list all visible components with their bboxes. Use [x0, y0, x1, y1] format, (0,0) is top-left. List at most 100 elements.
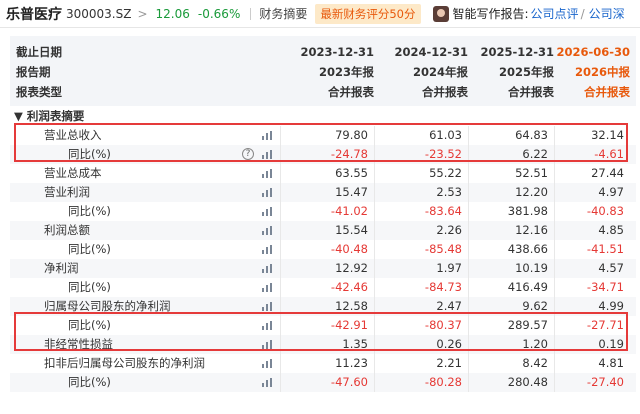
table-cell: -85.48 — [424, 242, 462, 256]
column-2025: 2025-12-31 2025年报 合并报表 — [468, 42, 554, 102]
column-2026-interim: 2026-06-30 2026中报 合并报表 — [554, 42, 630, 102]
divider — [250, 7, 252, 20]
table-cell: -41.51 — [586, 242, 624, 256]
bar-chart-icon[interactable] — [262, 264, 272, 273]
table-cell: 2.47 — [436, 299, 462, 313]
column-2023: 2023-12-31 2023年报 合并报表 — [280, 42, 374, 102]
table-cell: -27.71 — [586, 318, 624, 332]
table-cell: 12.16 — [515, 223, 548, 237]
row-label: 营业总收入 — [44, 128, 102, 142]
table-cell: 0.26 — [436, 337, 462, 351]
table-cell: 4.85 — [598, 223, 624, 237]
table-cell: 64.83 — [515, 128, 548, 142]
table-row: 同比(%) -42.46 -84.73 416.49 -34.71 — [10, 278, 636, 297]
table-cell: 4.57 — [598, 261, 624, 275]
financial-score-badge[interactable]: 最新财务评分50分 — [315, 3, 421, 24]
ai-report-label: 智能写作报告: — [452, 7, 529, 21]
row-label: 同比(%) — [68, 375, 111, 389]
row-label: 利润总额 — [44, 223, 90, 237]
table-row: 营业利润 15.47 2.53 12.20 4.97 — [10, 183, 636, 202]
column-2024: 2024-12-31 2024年报 合并报表 — [374, 42, 468, 102]
bar-chart-icon[interactable] — [262, 131, 272, 140]
table-row: 利润总额 15.54 2.26 12.16 4.85 — [10, 221, 636, 240]
table-cell: -40.48 — [330, 242, 368, 256]
row-label: 同比(%) — [68, 204, 111, 218]
table-cell: 1.35 — [342, 337, 368, 351]
stock-code: 300003.SZ — [66, 6, 132, 21]
tab-financial-summary[interactable]: 财务摘要 — [259, 5, 307, 22]
chevron-right-icon[interactable]: > — [137, 7, 147, 21]
table-row: 营业总收入 79.80 61.03 64.83 32.14 — [10, 126, 636, 145]
column-period: 2025年报 — [498, 65, 554, 79]
link-separator: / — [580, 6, 585, 21]
section-title-income-statement[interactable]: ▼ 利润表摘要 — [10, 109, 84, 123]
avatar — [432, 5, 449, 22]
column-period: 2026中报 — [574, 65, 630, 79]
bar-chart-icon[interactable] — [262, 340, 272, 349]
company-deep-link[interactable]: 公司深 — [589, 5, 625, 22]
column-date: 2025-12-31 — [480, 45, 554, 59]
table-cell: 2.53 — [436, 185, 462, 199]
table-cell: 416.49 — [507, 280, 548, 294]
company-review-link[interactable]: 公司点评 — [531, 5, 579, 22]
table-row: 非经常性损益 1.35 0.26 1.20 0.19 — [10, 335, 636, 354]
table-cell: 11.23 — [335, 356, 368, 370]
table-row: 同比(%) -40.48 -85.48 438.66 -41.51 — [10, 240, 636, 259]
row-label: 同比(%) — [68, 147, 111, 161]
stock-name[interactable]: 乐普医疗 — [6, 4, 62, 24]
table-cell: -40.83 — [586, 204, 624, 218]
bar-chart-icon[interactable] — [262, 169, 272, 178]
table-cell: 1.97 — [436, 261, 462, 275]
table-cell: 32.14 — [591, 128, 624, 142]
table-cell: 15.47 — [335, 185, 368, 199]
bar-chart-icon[interactable] — [262, 321, 272, 330]
table-cell: 12.58 — [335, 299, 368, 313]
row-label: 扣非后归属母公司股东的净利润 — [44, 356, 205, 370]
table-cell: 79.80 — [335, 128, 368, 142]
table-cell: -84.73 — [424, 280, 462, 294]
table-cell: 381.98 — [507, 204, 548, 218]
column-date: 2023-12-31 — [300, 45, 374, 59]
bar-chart-icon[interactable] — [262, 245, 272, 254]
table-cell: -23.52 — [424, 147, 462, 161]
bar-chart-icon[interactable] — [262, 226, 272, 235]
table-row: 营业总成本 63.55 55.22 52.51 27.44 — [10, 164, 636, 183]
section-header[interactable]: ▼ 利润表摘要 — [10, 107, 636, 126]
table-cell: 2.26 — [436, 223, 462, 237]
bar-chart-icon[interactable] — [262, 188, 272, 197]
table-cell: 4.97 — [598, 185, 624, 199]
table-cell: 12.20 — [515, 185, 548, 199]
help-icon[interactable]: ? — [242, 148, 254, 160]
table-cell: 1.20 — [522, 337, 548, 351]
row-label: 净利润 — [44, 261, 79, 275]
column-type: 合并报表 — [328, 85, 374, 99]
bar-chart-icon[interactable] — [262, 207, 272, 216]
row-label: 同比(%) — [68, 242, 111, 256]
header-label-type: 报表类型 — [16, 85, 62, 99]
table-cell: -34.71 — [586, 280, 624, 294]
table-cell: -41.02 — [330, 204, 368, 218]
bar-chart-icon[interactable] — [262, 302, 272, 311]
table-cell: 4.99 — [598, 299, 624, 313]
table-row: 同比(%) -41.02 -83.64 381.98 -40.83 — [10, 202, 636, 221]
bar-chart-icon[interactable] — [262, 283, 272, 292]
bar-chart-icon[interactable] — [262, 378, 272, 387]
table-cell: 55.22 — [429, 166, 462, 180]
row-label: 非经常性损益 — [44, 337, 113, 351]
column-period: 2023年报 — [318, 65, 374, 79]
header-label-period: 报告期 — [16, 65, 51, 79]
table-cell: 438.66 — [507, 242, 548, 256]
table-cell: -80.37 — [424, 318, 462, 332]
table-cell: -24.78 — [330, 147, 368, 161]
bar-chart-icon[interactable] — [262, 359, 272, 368]
table-cell: 8.42 — [522, 356, 548, 370]
table-cell: 27.44 — [591, 166, 624, 180]
bar-chart-icon[interactable] — [262, 150, 272, 159]
table-row: 扣非后归属母公司股东的净利润 11.23 2.21 8.42 4.81 — [10, 354, 636, 373]
table-row: 同比(%)? -24.78 -23.52 6.22 -4.61 — [10, 145, 636, 164]
table-cell: 0.19 — [598, 337, 624, 351]
column-type: 合并报表 — [508, 85, 554, 99]
table-cell: 10.19 — [515, 261, 548, 275]
table-cell: -42.91 — [330, 318, 368, 332]
stock-price: 12.06 — [155, 6, 190, 21]
